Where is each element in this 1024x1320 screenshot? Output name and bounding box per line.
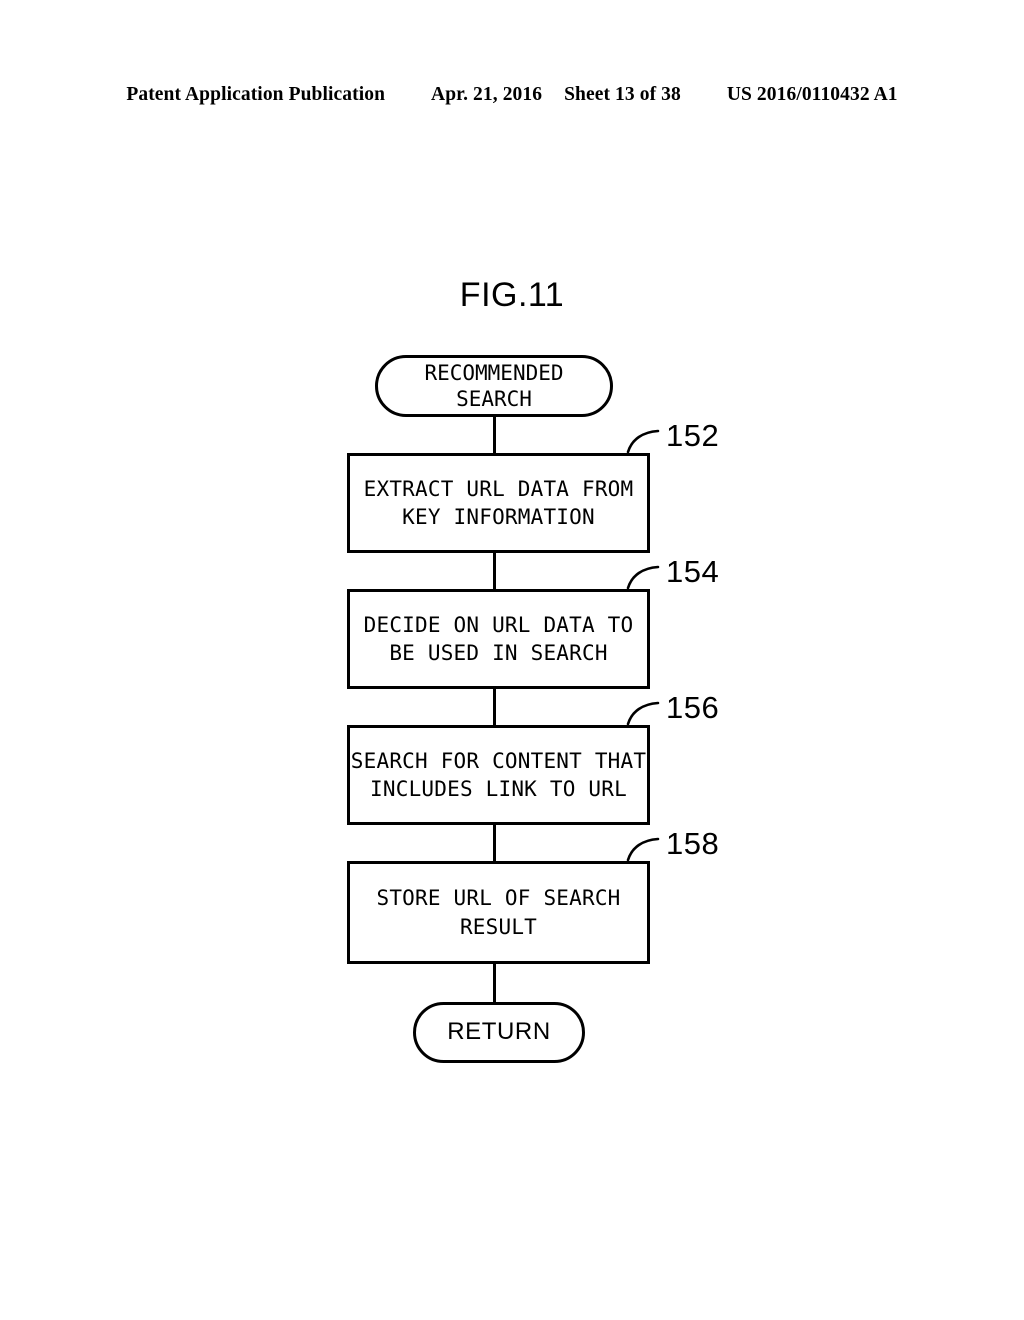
reference-numeral-158: 158 (666, 826, 720, 861)
flow-node-152: EXTRACT URL DATA FROM KEY INFORMATION (347, 453, 650, 553)
flow-connector-156-to-158 (493, 824, 496, 862)
flow-node-152-label: EXTRACT URL DATA FROM KEY INFORMATION (363, 476, 634, 529)
flow-node-154: DECIDE ON URL DATA TO BE USED IN SEARCH (347, 589, 650, 689)
flow-node-return: RETURN (413, 1002, 585, 1063)
leader-line-154 (626, 565, 660, 590)
flow-connector-158-to-return (493, 963, 496, 1003)
flow-node-start-label: RECOMMENDED SEARCH (424, 360, 564, 411)
flow-node-return-label: RETURN (447, 1018, 551, 1046)
flow-node-start: RECOMMENDED SEARCH (375, 355, 613, 417)
flow-node-156: SEARCH FOR CONTENT THAT INCLUDES LINK TO… (347, 725, 650, 825)
reference-numeral-156: 156 (666, 690, 720, 725)
leader-line-152 (626, 429, 660, 454)
flow-connector-154-to-156 (493, 688, 496, 726)
flow-connector-152-to-154 (493, 552, 496, 590)
flow-connector-start-to-152 (493, 416, 496, 455)
flow-node-156-label: SEARCH FOR CONTENT THAT INCLUDES LINK TO… (350, 748, 647, 801)
flow-node-158-label: STORE URL OF SEARCH RESULT (376, 886, 621, 939)
flow-node-158: STORE URL OF SEARCH RESULT (347, 861, 650, 964)
leader-line-158 (626, 837, 660, 862)
flowchart-diagram: RECOMMENDED SEARCH EXTRACT URL DATA FROM… (0, 0, 1024, 1320)
leader-line-156 (626, 701, 660, 726)
flow-node-154-label: DECIDE ON URL DATA TO BE USED IN SEARCH (363, 612, 634, 665)
reference-numeral-154: 154 (666, 554, 720, 589)
reference-numeral-152: 152 (666, 418, 720, 453)
